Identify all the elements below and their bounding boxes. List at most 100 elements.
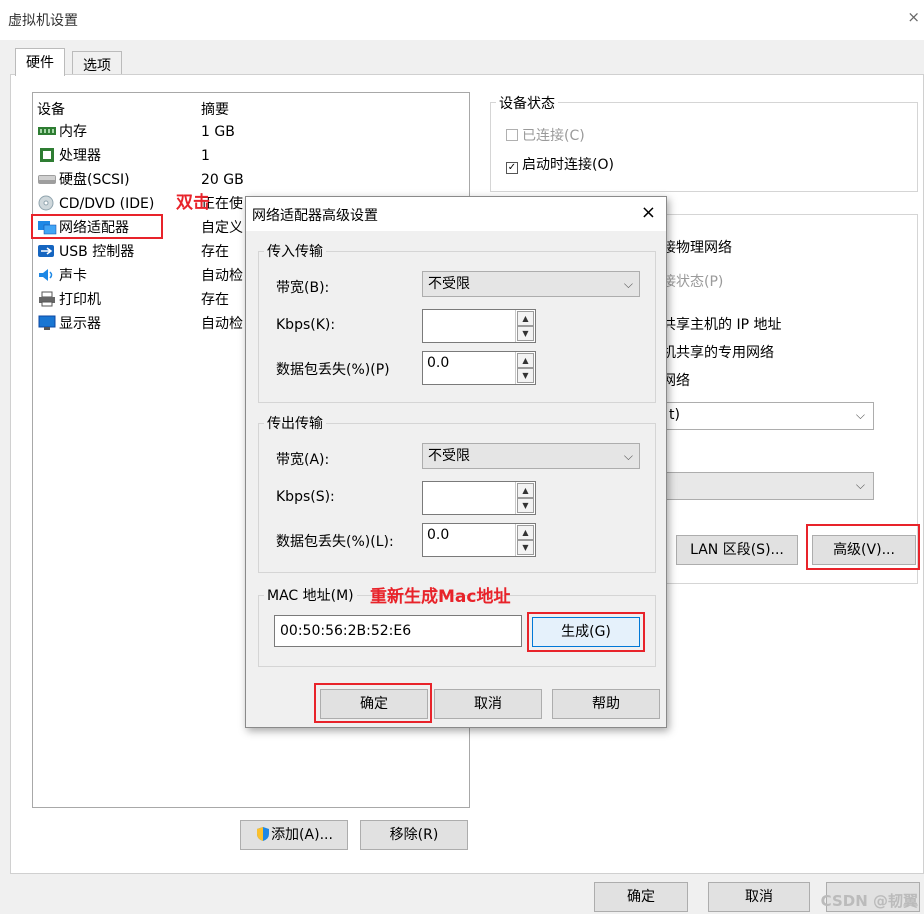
incoming-loss-spinner[interactable]: 0.0 ▲ ▼ — [422, 351, 536, 385]
checkbox-icon — [506, 129, 518, 141]
device-summary: 存在 — [201, 292, 229, 308]
device-summary: 自动检 — [201, 316, 243, 332]
incoming-bandwidth-value: 不受限 — [428, 276, 470, 292]
device-label: 内存 — [59, 124, 87, 140]
incoming-bandwidth-label: 带宽(B): — [276, 280, 330, 296]
outgoing-kbps-label: Kbps(S): — [276, 489, 335, 505]
outgoing-bandwidth-select[interactable]: 不受限 ⌵ — [422, 443, 640, 469]
summary-column-header[interactable]: 摘要 — [201, 99, 229, 121]
outgoing-loss-spinner[interactable]: 0.0 ▲ ▼ — [422, 523, 536, 557]
device-status-group — [490, 102, 918, 192]
device-label: 处理器 — [59, 148, 101, 164]
device-row-usb[interactable]: USB 控制器 — [37, 241, 134, 263]
nat-option-text[interactable]: 共享主机的 IP 地址 — [662, 314, 781, 334]
remove-device-button[interactable]: 移除(R) — [360, 820, 468, 850]
device-label: 硬盘(SCSI) — [59, 172, 130, 188]
cpu-icon — [37, 147, 57, 163]
chevron-down-icon: ⌵ — [855, 478, 865, 492]
advanced-settings-dialog: 网络适配器高级设置 × 传入传输 带宽(B): 不受限 ⌵ Kbps(K): ▲ ▼… — [245, 196, 667, 728]
device-row-printer[interactable]: 打印机 — [37, 289, 101, 311]
lan-segment-button[interactable]: LAN 区段(S)... — [676, 535, 798, 565]
add-button-label: 添加(A)... — [271, 827, 333, 843]
device-label: 打印机 — [59, 292, 101, 308]
mac-address-input[interactable]: 00:50:56:2B:52:E6 — [274, 615, 522, 647]
cancel-button[interactable]: 取消 — [708, 882, 810, 912]
dialog-help-button[interactable]: 帮助 — [552, 689, 660, 719]
device-row-memory[interactable]: 内存 — [37, 121, 87, 143]
connected-checkbox[interactable]: 已连接(C) — [506, 125, 585, 145]
lan-segment-select: ⌵ — [662, 472, 874, 500]
device-label: 显示器 — [59, 316, 101, 332]
custom-network-select[interactable]: t) ⌵ — [662, 402, 874, 430]
incoming-group-title: 传入传输 — [264, 241, 326, 261]
chevron-down-icon: ⌵ — [623, 449, 633, 463]
tab-options[interactable]: 选项 — [72, 51, 122, 76]
cdrom-icon — [37, 195, 57, 211]
connected-label: 已连接(C) — [522, 128, 585, 144]
incoming-loss-value: 0.0 — [427, 355, 450, 371]
window-close-icon[interactable]: × — [907, 8, 920, 26]
regenerate-mac-annotation: 重新生成Mac地址 — [370, 587, 511, 607]
add-device-button[interactable]: 添加(A)... — [240, 820, 348, 850]
device-column-header[interactable]: 设备 — [37, 99, 65, 121]
device-label: 网络适配器 — [59, 220, 129, 236]
device-row-network[interactable]: 网络适配器 — [37, 217, 129, 239]
monitor-icon — [37, 315, 57, 331]
device-row-cpu[interactable]: 处理器 — [37, 145, 101, 167]
tab-hardware[interactable]: 硬件 — [15, 48, 65, 76]
advanced-button[interactable]: 高级(V)... — [812, 535, 916, 565]
spin-up-icon[interactable]: ▲ — [517, 311, 534, 326]
checkmark-icon: ✓ — [506, 162, 518, 174]
network-icon — [37, 219, 57, 235]
device-row-harddisk[interactable]: 硬盘(SCSI) — [37, 169, 130, 191]
shield-icon — [255, 824, 271, 852]
incoming-kbps-label: Kbps(K): — [276, 317, 336, 333]
generate-mac-button[interactable]: 生成(G) — [532, 617, 640, 647]
window-title: 虚拟机设置 — [8, 13, 78, 29]
device-status-title: 设备状态 — [496, 93, 558, 113]
harddisk-icon — [37, 171, 57, 187]
close-icon[interactable]: × — [641, 202, 656, 223]
dialog-titlebar[interactable]: 网络适配器高级设置 × — [246, 197, 666, 231]
device-label: USB 控制器 — [59, 244, 135, 260]
spin-down-icon[interactable]: ▼ — [517, 326, 534, 341]
chevron-down-icon: ⌵ — [855, 408, 865, 422]
spin-down-icon[interactable]: ▼ — [517, 368, 534, 383]
outgoing-group-title: 传出传输 — [264, 413, 326, 433]
incoming-loss-label: 数据包丢失(%)(P) — [276, 362, 390, 378]
connect-at-power-on-label: 启动时连接(O) — [522, 157, 614, 173]
double-click-annotation: 双击 — [176, 193, 210, 213]
device-summary: 1 — [201, 148, 210, 164]
spin-up-icon[interactable]: ▲ — [517, 525, 534, 540]
memory-icon — [37, 123, 57, 139]
device-summary: 自定义 — [201, 220, 243, 236]
device-summary: 存在 — [201, 244, 229, 260]
printer-icon — [37, 291, 57, 307]
ok-button[interactable]: 确定 — [594, 882, 688, 912]
spin-down-icon[interactable]: ▼ — [517, 498, 534, 513]
spin-up-icon[interactable]: ▲ — [517, 483, 534, 498]
incoming-bandwidth-select[interactable]: 不受限 ⌵ — [422, 271, 640, 297]
outgoing-bandwidth-label: 带宽(A): — [276, 452, 330, 468]
host-only-option-text[interactable]: 机共享的专用网络 — [662, 342, 774, 362]
chevron-down-icon: ⌵ — [623, 277, 633, 291]
replicate-state-text[interactable]: 接状态(P) — [662, 271, 723, 291]
outgoing-loss-value: 0.0 — [427, 527, 450, 543]
device-row-cdrom[interactable]: CD/DVD (IDE) — [37, 193, 154, 215]
custom-network-value: t) — [669, 407, 680, 423]
spin-down-icon[interactable]: ▼ — [517, 540, 534, 555]
device-summary: 1 GB — [201, 124, 235, 140]
bridged-option-text[interactable]: 接物理网络 — [662, 237, 732, 257]
spin-up-icon[interactable]: ▲ — [517, 353, 534, 368]
device-row-display[interactable]: 显示器 — [37, 313, 101, 335]
device-row-sound[interactable]: 声卡 — [37, 265, 87, 287]
outgoing-bandwidth-value: 不受限 — [428, 448, 470, 464]
connect-at-power-on-checkbox[interactable]: ✓ 启动时连接(O) — [506, 154, 614, 174]
outgoing-kbps-spinner[interactable]: ▲ ▼ — [422, 481, 536, 515]
device-summary: 自动检 — [201, 268, 243, 284]
incoming-kbps-spinner[interactable]: ▲ ▼ — [422, 309, 536, 343]
dialog-cancel-button[interactable]: 取消 — [434, 689, 542, 719]
watermark: CSDN @韧翼 — [820, 892, 918, 910]
dialog-ok-button[interactable]: 确定 — [320, 689, 428, 719]
device-label: 声卡 — [59, 268, 87, 284]
